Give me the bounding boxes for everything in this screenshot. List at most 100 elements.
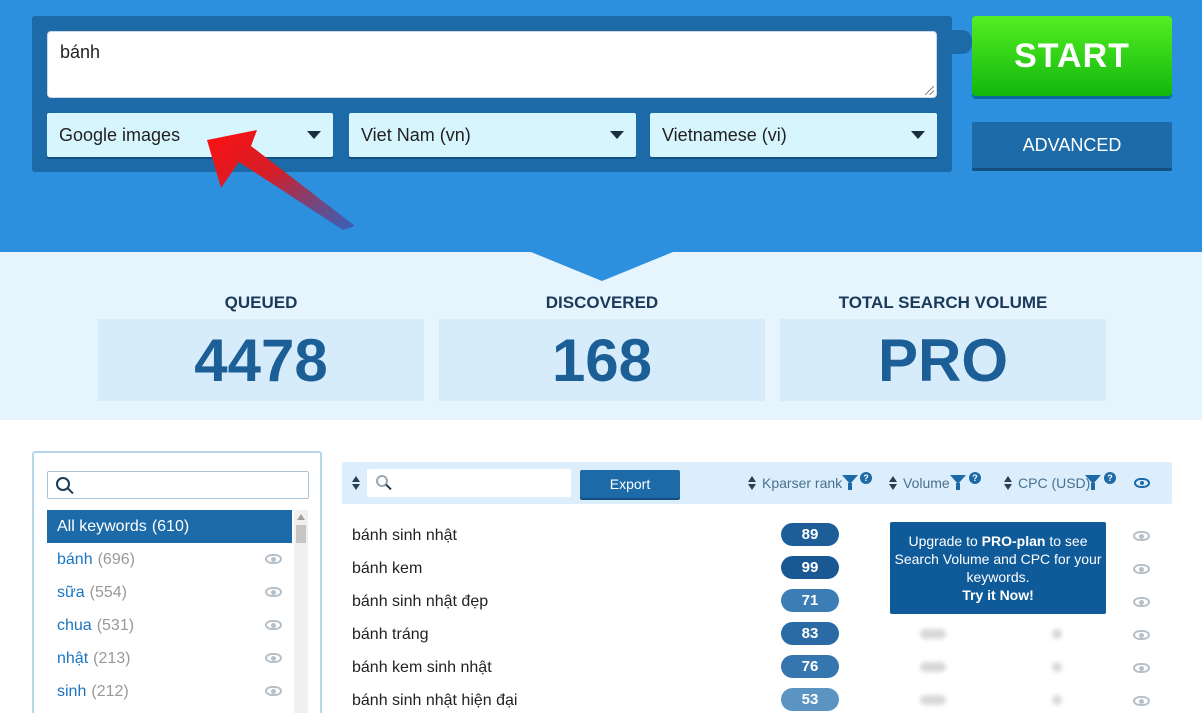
column-volume[interactable]: Volume <box>903 475 950 491</box>
help-icon[interactable]: ? <box>860 472 872 484</box>
blurred-cpc <box>1052 695 1062 705</box>
sidebar-item-label: sinh <box>57 682 87 700</box>
table-row[interactable]: bánh kem sinh nhật 76 <box>342 651 1172 684</box>
discovered-value: 168 <box>439 319 765 401</box>
keyword-cell: bánh sinh nhật đẹp <box>352 593 489 610</box>
keyword-cell: bánh tráng <box>352 626 429 643</box>
query-textarea[interactable]: bánh <box>47 31 937 98</box>
language-select[interactable]: Vietnamese (vi) <box>650 113 937 157</box>
rank-badge: 83 <box>781 622 839 645</box>
column-cpc[interactable]: CPC (USD) <box>1018 475 1090 491</box>
keyword-sidebar: All keywords (610) bánh (696) sữa (554) … <box>32 451 322 713</box>
sidebar-item-count: (531) <box>96 616 135 634</box>
eye-icon[interactable] <box>1133 696 1150 706</box>
annotation-arrow-icon <box>207 130 355 230</box>
volume-value: PRO <box>780 319 1106 401</box>
eye-icon[interactable] <box>265 686 282 696</box>
blurred-volume <box>920 695 946 705</box>
discovered-label: DISCOVERED <box>545 293 659 312</box>
filter-icon[interactable] <box>842 475 858 491</box>
eye-icon[interactable] <box>1133 531 1150 541</box>
sidebar-search-input[interactable] <box>47 471 309 499</box>
sidebar-item-nhat[interactable]: nhật (213) <box>47 642 292 675</box>
search-icon <box>376 475 388 487</box>
panel-notch <box>531 252 673 281</box>
eye-icon[interactable] <box>1133 597 1150 607</box>
scroll-up-icon[interactable] <box>297 514 305 520</box>
scroll-thumb[interactable] <box>296 525 306 543</box>
eye-icon[interactable] <box>265 620 282 630</box>
sidebar-item-sinh[interactable]: sinh (212) <box>47 675 292 708</box>
sidebar-item-label: nhật <box>57 649 89 667</box>
sidebar-item-label: chua <box>57 616 92 634</box>
sort-icon[interactable] <box>352 476 361 490</box>
sidebar-item-count: (554) <box>89 583 127 601</box>
help-icon[interactable]: ? <box>1104 472 1116 484</box>
sidebar-item-count: (212) <box>91 682 129 700</box>
filter-icon[interactable] <box>950 475 966 491</box>
pro-plan-name: PRO-plan <box>981 533 1046 549</box>
eye-icon[interactable] <box>1134 478 1150 488</box>
blurred-volume <box>920 662 946 672</box>
blurred-cpc <box>1052 629 1062 639</box>
table-row[interactable]: bánh tráng 83 <box>342 618 1172 651</box>
eye-icon[interactable] <box>1133 564 1150 574</box>
sidebar-item-count: (213) <box>93 649 131 667</box>
rank-badge: 99 <box>781 556 839 579</box>
sidebar-item-count: (610) <box>151 517 190 535</box>
sidebar-item-chua[interactable]: chua (531) <box>47 609 292 642</box>
column-kparser-rank[interactable]: Kparser rank <box>762 475 842 491</box>
sidebar-item-count: (696) <box>97 550 135 568</box>
pro-cta-link[interactable]: Try it Now! <box>962 587 1034 603</box>
queued-label: QUEUED <box>224 293 298 312</box>
blurred-cpc <box>1052 662 1062 672</box>
sidebar-scrollbar[interactable] <box>294 510 308 713</box>
search-icon <box>56 477 70 491</box>
eye-icon[interactable] <box>1133 663 1150 673</box>
rank-badge: 76 <box>781 655 839 678</box>
country-select-value: Viet Nam (vn) <box>361 124 471 145</box>
blurred-volume <box>920 629 946 639</box>
eye-icon[interactable] <box>265 554 282 564</box>
keyword-group-list: All keywords (610) bánh (696) sữa (554) … <box>47 510 292 708</box>
filter-icon[interactable] <box>1085 475 1101 491</box>
sidebar-item-sua[interactable]: sữa (554) <box>47 576 292 609</box>
sidebar-item-label: All keywords <box>57 517 147 535</box>
sort-icon[interactable] <box>1004 476 1013 490</box>
keyword-cell: bánh kem sinh nhật <box>352 659 492 676</box>
search-panel: bánh Google images Viet Nam (vn) Vietnam… <box>32 16 952 172</box>
sort-icon[interactable] <box>748 476 757 490</box>
results-toolbar: Export Kparser rank ? Volume ? CPC (USD)… <box>342 462 1172 504</box>
pro-prefix: Upgrade to <box>908 533 982 549</box>
sidebar-item-label: sữa <box>57 583 85 601</box>
panel-connector <box>952 30 972 54</box>
pro-upgrade-box[interactable]: Upgrade to PRO-plan to see Search Volume… <box>890 522 1106 614</box>
volume-label: TOTAL SEARCH VOLUME <box>838 293 1048 312</box>
chevron-down-icon <box>610 131 624 139</box>
results-search-input[interactable] <box>367 469 571 497</box>
table-row[interactable]: bánh sinh nhật hiện đại 53 <box>342 684 1172 713</box>
sidebar-item-banh[interactable]: bánh (696) <box>47 543 292 576</box>
advanced-button[interactable]: ADVANCED <box>972 122 1172 168</box>
chevron-down-icon <box>911 131 925 139</box>
help-icon[interactable]: ? <box>969 472 981 484</box>
rank-badge: 89 <box>781 523 839 546</box>
resize-grip-icon[interactable] <box>925 86 934 95</box>
queued-value: 4478 <box>98 319 424 401</box>
sidebar-item-label: bánh <box>57 550 93 568</box>
eye-icon[interactable] <box>265 587 282 597</box>
keyword-cell: bánh sinh nhật <box>352 527 457 544</box>
keyword-cell: bánh sinh nhật hiện đại <box>352 692 518 709</box>
sidebar-item-all-keywords[interactable]: All keywords (610) <box>47 510 292 543</box>
country-select[interactable]: Viet Nam (vn) <box>349 113 636 157</box>
eye-icon[interactable] <box>1133 630 1150 640</box>
language-select-value: Vietnamese (vi) <box>662 124 787 145</box>
rank-badge: 71 <box>781 589 839 612</box>
rank-badge: 53 <box>781 688 839 711</box>
export-button[interactable]: Export <box>580 470 680 498</box>
keyword-cell: bánh kem <box>352 560 423 577</box>
eye-icon[interactable] <box>265 653 282 663</box>
query-text: bánh <box>60 42 101 62</box>
sort-icon[interactable] <box>889 476 898 490</box>
start-button[interactable]: START <box>972 16 1172 96</box>
